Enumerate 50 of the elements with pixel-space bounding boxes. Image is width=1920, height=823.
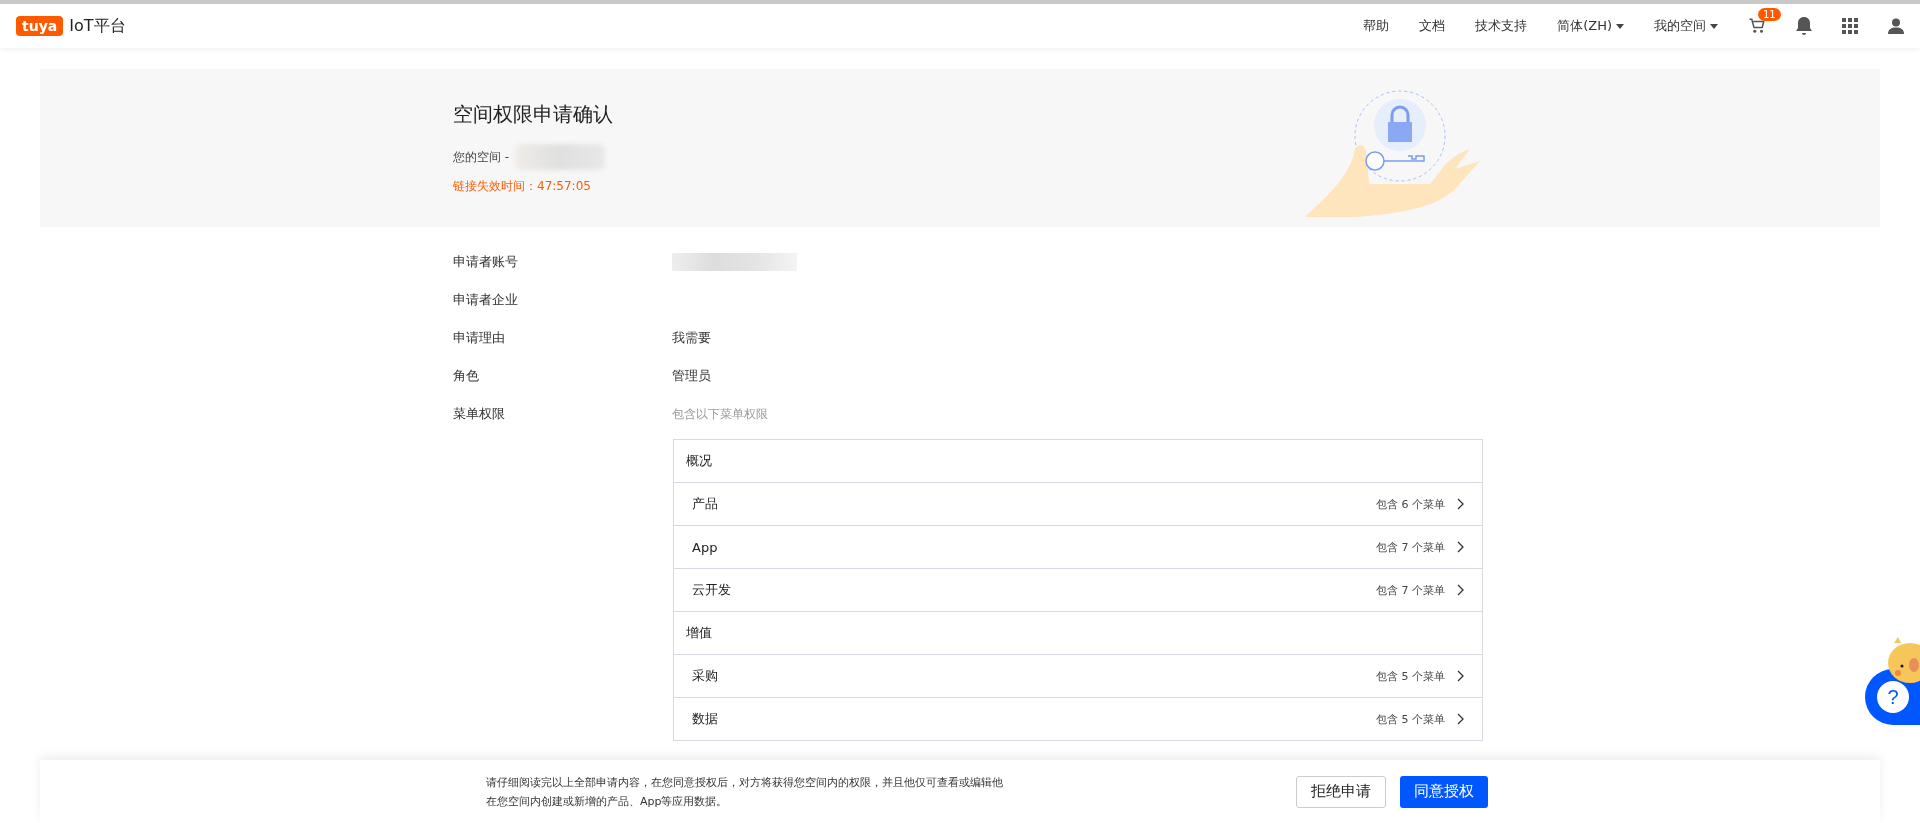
nav-link[interactable]: 技术支持 <box>1475 17 1528 35</box>
menu-count: 包含 6 个菜单 <box>1376 496 1445 512</box>
field-label: 角色 <box>453 367 480 385</box>
duck-mascot-drawing <box>1886 637 1920 685</box>
menu-group-name: 概况 <box>686 452 712 470</box>
menu-group-name: 增值 <box>686 624 712 642</box>
field-label: 申请理由 <box>453 329 506 347</box>
menu-row[interactable]: 云开发 包含 7 个菜单 <box>674 569 1482 612</box>
expiry-time: 链接失效时间：47:57:05 <box>453 178 592 195</box>
menu-count: 包含 7 个菜单 <box>1376 582 1445 598</box>
chevron-right-icon <box>1457 498 1464 510</box>
menu-name: 数据 <box>692 710 718 728</box>
menu-name: App <box>692 539 718 555</box>
field-label: 申请者账号 <box>453 253 519 271</box>
menu-name: 产品 <box>692 495 718 513</box>
chevron-right-icon <box>1457 713 1464 725</box>
page-title: 空间权限申请确认 <box>453 101 613 128</box>
field-hint: 包含以下菜单权限 <box>672 406 769 423</box>
chevron-right-icon <box>1457 670 1464 682</box>
nav-link[interactable]: 我的空间 <box>1654 17 1718 35</box>
apps-grid-icon[interactable] <box>1842 18 1858 34</box>
accept-button[interactable]: 同意授权 <box>1400 775 1488 808</box>
menu-row[interactable]: 产品 包含 6 个菜单 <box>674 483 1482 526</box>
nav-link[interactable]: 帮助 <box>1363 17 1390 35</box>
logo-text: IoT平台 <box>69 15 126 37</box>
menu-row[interactable]: 数据 包含 5 个菜单 <box>674 698 1482 741</box>
menu-count: 包含 5 个菜单 <box>1376 711 1445 727</box>
reject-button[interactable]: 拒绝申请 <box>1296 775 1386 808</box>
menu-name: 采购 <box>692 667 718 685</box>
nav-link[interactable]: 文档 <box>1419 17 1446 35</box>
caret-icon <box>1710 23 1718 29</box>
cart-icon[interactable] <box>1748 17 1766 35</box>
space-label: 您的空间 - <box>453 148 510 166</box>
user-icon[interactable] <box>1888 18 1904 34</box>
chevron-right-icon <box>1457 584 1464 596</box>
menu-count: 包含 5 个菜单 <box>1376 668 1445 684</box>
field-label: 菜单权限 <box>453 405 506 423</box>
caret-icon <box>1616 23 1624 29</box>
field-value: 我需要 <box>672 329 712 347</box>
menu-name: 云开发 <box>692 581 731 599</box>
menu-count: 包含 7 个菜单 <box>1376 539 1445 555</box>
menu-row[interactable]: App 包含 7 个菜单 <box>674 526 1482 569</box>
bell-icon[interactable] <box>1796 17 1812 35</box>
authorization-notice: 请仔细阅读完以上全部申请内容，在您同意授权后，对方将获得您空间内的权限，并且他仅可查看或编辑他 在您空间内创建或新增的产品、App等应用数据。 <box>486 774 1004 810</box>
menu-row[interactable]: 采购 包含 5 个菜单 <box>674 655 1482 698</box>
field-value: 管理员 <box>672 367 712 385</box>
field-label: 申请者企业 <box>453 291 519 309</box>
cart-badge: 11 <box>1758 8 1781 21</box>
chevron-right-icon <box>1457 541 1464 553</box>
nav-link[interactable]: 简体(ZH) <box>1557 17 1624 35</box>
